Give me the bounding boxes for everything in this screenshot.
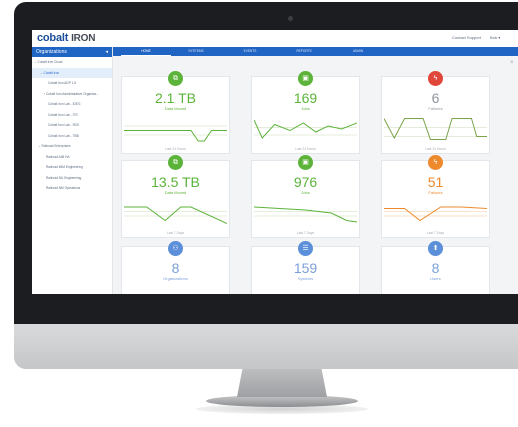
jobs-24h-card[interactable]: ▣ 169 Jobs Last 24 Hours	[251, 71, 360, 154]
jobs-24h-label: Jobs	[301, 106, 310, 111]
systems-label: Systems	[297, 276, 314, 281]
failures-7d-label: Failures	[428, 190, 443, 195]
data-24h-sparkline	[124, 125, 227, 142]
jobs-7d-sparkline	[254, 206, 357, 223]
sidebar-header: Organizations ◂	[32, 47, 112, 57]
jobs-24h-icon: ▣	[298, 71, 313, 86]
data-24h-label: Data Moved	[164, 106, 187, 111]
jobs-7d-card[interactable]: ▣ 976 Jobs Last 7 Days	[251, 155, 360, 238]
logo-main: cobalt	[37, 32, 69, 44]
failures-24h-value: 6	[431, 90, 440, 106]
organizations-value: 8	[171, 260, 180, 276]
cobalt-iron-logo[interactable]: cobalt IRON	[37, 32, 95, 44]
tab-admin[interactable]: Admin	[333, 47, 383, 56]
top-bar: cobalt IRON Contact Support Bob ▾	[32, 30, 518, 48]
dashboard-screen: cobalt IRON Contact Support Bob ▾ Organi…	[32, 30, 518, 294]
sidebar-title: Organizations	[36, 49, 67, 55]
data-7d-sparkline	[124, 206, 227, 224]
logo-sub: IRON	[71, 33, 96, 44]
tab-systems[interactable]: Systems	[171, 47, 221, 56]
main-nav: Home Systems Events Reports Admin	[113, 47, 518, 56]
failures-24h-label: Failures	[428, 106, 443, 111]
data-7d-label: Data Moved	[164, 190, 187, 195]
users-label: Users	[430, 276, 441, 281]
monitor-stand	[237, 369, 327, 397]
systems-icon: ☰	[298, 241, 313, 256]
sidebar-item[interactable]: Railroad MIM Engineering	[32, 162, 112, 173]
tab-home[interactable]: Home	[121, 47, 171, 56]
jobs-7d-period: Last 7 Days	[296, 231, 315, 235]
data-7d-period: Last 7 Days	[166, 231, 185, 235]
organization-tree: ⌄ Cobalt Iron Cloud ⌄ Cobalt Iron Cobalt I…	[32, 57, 112, 194]
systems-value: 159	[293, 260, 318, 276]
sidebar-item[interactable]: Cobalt Iron Lab - ITS	[32, 110, 112, 121]
data-24h-icon: ⧉	[168, 71, 183, 86]
close-icon[interactable]: ×	[510, 60, 514, 66]
sidebar-item[interactable]: Railroad NU Engineering	[32, 173, 112, 184]
data-7d-value: 13.5 TB	[151, 174, 200, 190]
jobs-7d-icon: ▣	[298, 155, 313, 170]
sidebar-item[interactable]: ⌄ Cobalt Iron Cloud	[32, 57, 112, 68]
data-24h-period: Last 24 Hours	[165, 147, 186, 151]
sidebar-item[interactable]: Cobalt Iron Lab - IDEG	[32, 99, 112, 110]
jobs-7d-label: Jobs	[301, 190, 310, 195]
failures-7d-icon: ϟ	[428, 155, 443, 170]
systems-card[interactable]: ☰ 159 Systems	[251, 241, 360, 294]
users-card[interactable]: ⬆ 8 Users	[381, 241, 490, 294]
contact-support-link[interactable]: Contact Support	[452, 35, 481, 40]
failures-24h-period: Last 24 Hours	[425, 147, 446, 151]
failures-24h-card[interactable]: ϟ 6 Failures Last 24 Hours	[381, 71, 490, 154]
failures-7d-value: 51	[427, 174, 444, 190]
sidebar-item[interactable]: Cobalt Iron ADP 1.5	[32, 78, 112, 89]
camera-icon	[288, 16, 293, 21]
sidebar-item[interactable]: › Cobalt Iron Administrative Organiza...	[32, 89, 112, 100]
jobs-24h-sparkline	[254, 119, 357, 139]
sidebar-item[interactable]: Railroad AIM HA	[32, 152, 112, 163]
failures-7d-period: Last 7 Days	[426, 231, 445, 235]
sidebar-item[interactable]: Cobalt Iron Lab - RCE	[32, 120, 112, 131]
tab-events[interactable]: Events	[225, 47, 275, 56]
jobs-24h-value: 169	[293, 90, 318, 106]
users-icon: ⬆	[428, 241, 443, 256]
data-7d-icon: ⧉	[168, 155, 183, 170]
failures-24h-sparkline	[384, 118, 487, 140]
organizations-icon: ⚇	[168, 241, 183, 256]
sidebar-item[interactable]: Cobalt Iron Lab - TBB	[32, 131, 112, 142]
failures-7d-card[interactable]: ϟ 51 Failures Last 7 Days	[381, 155, 490, 238]
organizations-card[interactable]: ⚇ 8 Organizations	[121, 241, 230, 294]
jobs-24h-period: Last 24 Hours	[295, 147, 316, 151]
data-24h-value: 2.1 TB	[155, 90, 196, 106]
data-7d-card[interactable]: ⧉ 13.5 TB Data Moved Last 7 Days	[121, 155, 230, 238]
users-value: 8	[431, 260, 440, 276]
collapse-sidebar-icon[interactable]: ◂	[105, 47, 108, 57]
sidebar-item[interactable]: Railroad NM Operations	[32, 183, 112, 194]
failures-7d-sparkline	[384, 206, 487, 222]
jobs-7d-value: 976	[293, 174, 318, 190]
organizations-label: Organizations	[163, 276, 188, 281]
sidebar-item[interactable]: ⌄ Cobalt Iron	[32, 67, 112, 78]
monitor-chin	[14, 324, 518, 369]
sidebar-item[interactable]: ⌄ Railroad Enterprises	[32, 141, 112, 152]
user-menu[interactable]: Bob ▾	[490, 35, 500, 40]
organizations-sidebar: Organizations ◂ ⌄ Cobalt Iron Cloud ⌄ Cob…	[32, 47, 113, 294]
failures-24h-icon: ϟ	[428, 71, 443, 86]
tab-reports[interactable]: Reports	[279, 47, 329, 56]
data-24h-card[interactable]: ⧉ 2.1 TB Data Moved Last 24 Hours	[121, 71, 230, 154]
